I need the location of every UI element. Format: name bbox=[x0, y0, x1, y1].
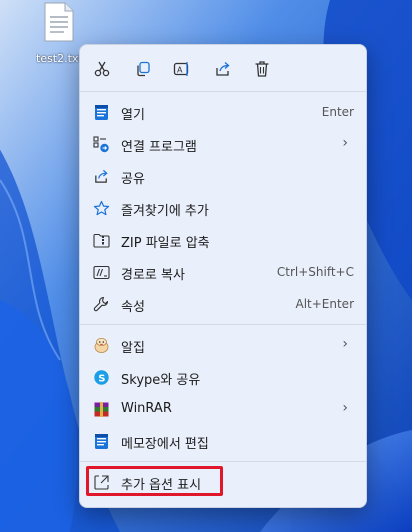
copy-path-icon bbox=[93, 264, 110, 281]
rename-icon: A bbox=[173, 62, 189, 76]
copy-button[interactable] bbox=[131, 57, 155, 81]
svg-text:S: S bbox=[98, 373, 105, 384]
share-toolbar-button[interactable] bbox=[211, 57, 235, 81]
menu-item-label: 연결 프로그램 bbox=[121, 140, 197, 155]
menu-item-share-with-skype[interactable]: S Skype와 공유 bbox=[84, 362, 362, 392]
menu-item-alzip[interactable]: 알집 › bbox=[84, 330, 362, 360]
menu-item-label: WinRAR bbox=[121, 401, 172, 416]
open-with-icon bbox=[93, 136, 110, 153]
menu-item-shortcut: Ctrl+Shift+C bbox=[276, 265, 354, 279]
notepad-icon bbox=[93, 433, 110, 450]
highlight-box bbox=[86, 466, 223, 496]
menu-item-label: Skype와 공유 bbox=[121, 373, 201, 388]
skype-icon: S bbox=[93, 369, 110, 386]
menu-item-edit-in-notepad[interactable]: 메모장에서 편집 bbox=[84, 426, 362, 456]
menu-item-label: 속성 bbox=[121, 300, 145, 315]
menu-item-compress-zip[interactable]: ZIP 파일로 압축 bbox=[84, 225, 362, 255]
menu-separator bbox=[80, 324, 366, 325]
file-name-label: test2.txt bbox=[36, 52, 83, 65]
menu-item-shortcut: Alt+Enter bbox=[295, 297, 354, 311]
notepad-icon bbox=[93, 104, 110, 121]
wrench-icon bbox=[93, 296, 110, 313]
menu-separator bbox=[80, 91, 366, 92]
delete-icon bbox=[255, 61, 269, 77]
menu-item-label: 즐겨찾기에 추가 bbox=[121, 204, 209, 219]
share-icon bbox=[93, 168, 110, 185]
chevron-right-icon: › bbox=[342, 336, 348, 352]
menu-item-properties[interactable]: 속성 Alt+Enter bbox=[84, 289, 362, 319]
alzip-icon bbox=[93, 337, 110, 354]
menu-item-winrar[interactable]: WinRAR › bbox=[84, 394, 362, 424]
desktop-file[interactable]: test2.txt bbox=[30, 2, 84, 68]
text-file-icon bbox=[44, 2, 74, 42]
menu-item-add-to-favorites[interactable]: 즐겨찾기에 추가 bbox=[84, 193, 362, 223]
chevron-right-icon: › bbox=[342, 400, 348, 416]
cut-button[interactable] bbox=[90, 57, 114, 81]
menu-item-label: 공유 bbox=[121, 172, 145, 187]
context-menu: A 열기 Enter 연결 프로그램 › 공유 즐겨찾기에 추가 ZIP 파일로… bbox=[79, 44, 367, 508]
menu-item-label: 열기 bbox=[121, 108, 145, 123]
winrar-icon bbox=[93, 401, 110, 418]
copy-icon bbox=[137, 61, 150, 77]
menu-item-share[interactable]: 공유 bbox=[84, 161, 362, 191]
star-icon bbox=[93, 200, 110, 217]
menu-separator bbox=[80, 461, 366, 462]
menu-item-open[interactable]: 열기 Enter bbox=[84, 97, 362, 127]
menu-item-label: 알집 bbox=[121, 341, 145, 356]
menu-item-open-with[interactable]: 연결 프로그램 › bbox=[84, 129, 362, 159]
menu-item-label: 메모장에서 편집 bbox=[121, 437, 209, 452]
menu-item-label: 경로로 복사 bbox=[121, 268, 185, 283]
menu-item-label: ZIP 파일로 압축 bbox=[121, 236, 210, 251]
rename-button[interactable]: A bbox=[170, 57, 194, 81]
zip-folder-icon bbox=[93, 232, 110, 249]
context-menu-toolbar: A bbox=[80, 45, 366, 91]
menu-item-copy-as-path[interactable]: 경로로 복사 Ctrl+Shift+C bbox=[84, 257, 362, 287]
menu-item-shortcut: Enter bbox=[321, 105, 354, 119]
chevron-right-icon: › bbox=[342, 135, 348, 151]
svg-text:A: A bbox=[177, 66, 183, 75]
cut-icon bbox=[94, 61, 110, 77]
share-icon bbox=[216, 62, 230, 76]
delete-button[interactable] bbox=[250, 57, 274, 81]
